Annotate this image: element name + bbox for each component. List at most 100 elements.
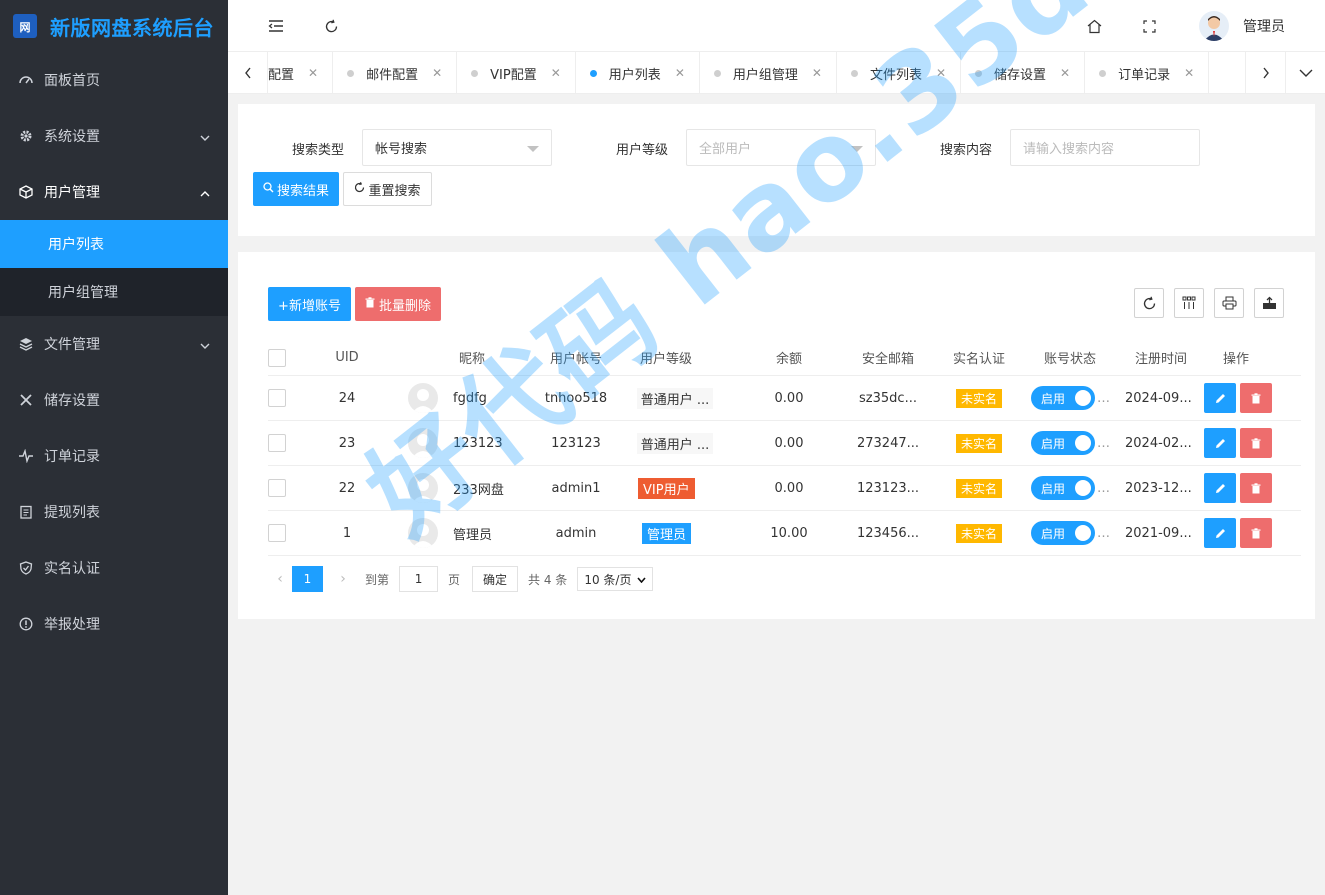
close-icon[interactable]: ✕: [1060, 66, 1070, 80]
sidebar-item-file-management[interactable]: 文件管理: [0, 316, 228, 372]
status-toggle[interactable]: 启用: [1031, 386, 1095, 410]
tabs-scroll-right-icon[interactable]: [1245, 52, 1285, 94]
user-level-select[interactable]: 全部用户: [686, 129, 876, 166]
delete-button[interactable]: [1240, 428, 1272, 458]
cell-uid: 22: [338, 480, 356, 496]
close-icon[interactable]: ✕: [812, 66, 822, 80]
sidebar-item-label: 系统设置: [44, 129, 100, 145]
tab-storage-settings[interactable]: 储存设置 ✕: [961, 52, 1086, 93]
tabs-scroll-left-icon[interactable]: [228, 52, 268, 94]
reset-button[interactable]: 重置搜索: [343, 172, 432, 206]
sidebar-item-system-settings[interactable]: 系统设置: [0, 108, 228, 164]
print-icon[interactable]: [1214, 288, 1244, 318]
sidebar-item-user-group[interactable]: 用户组管理: [0, 268, 228, 316]
user-avatar-icon: [408, 383, 438, 413]
checkbox-box: [268, 524, 286, 542]
tab-config[interactable]: 配置 ✕: [268, 52, 334, 93]
sidebar-item-dashboard[interactable]: 面板首页: [0, 52, 228, 108]
tab-user-list[interactable]: 用户列表 ✕: [576, 52, 700, 93]
sidebar-item-withdraw-list[interactable]: 提现列表: [0, 484, 228, 540]
cell-email: 123123...: [856, 480, 920, 496]
sidebar-item-label: 提现列表: [44, 505, 100, 521]
goto-page-input[interactable]: 1: [399, 566, 439, 592]
table-refresh-icon[interactable]: [1134, 288, 1164, 318]
edit-button[interactable]: [1204, 383, 1236, 413]
reset-button-label: 重置搜索: [368, 183, 421, 199]
close-icon[interactable]: ✕: [432, 66, 442, 80]
tab-order-records[interactable]: 订单记录 ✕: [1085, 52, 1210, 93]
status-toggle[interactable]: 启用: [1031, 431, 1095, 455]
tab-file-list[interactable]: 文件列表 ✕: [837, 52, 962, 93]
tab-label: 用户列表: [608, 67, 661, 83]
tab-mail-config[interactable]: 邮件配置 ✕: [333, 52, 458, 93]
add-account-button[interactable]: +新增账号: [268, 287, 351, 321]
tab-vip-config[interactable]: VIP配置 ✕: [457, 52, 576, 93]
batch-delete-label: 批量删除: [378, 298, 431, 314]
search-type-label: 搜索类型: [292, 143, 345, 158]
chevron-down-icon: [200, 130, 210, 146]
search-button[interactable]: 搜索结果: [253, 172, 339, 206]
user-menu[interactable]: 管理员: [1199, 8, 1285, 44]
column-header-registered: 注册时间: [1134, 352, 1187, 367]
sidebar-item-reports[interactable]: 举报处理: [0, 596, 228, 652]
row-checkbox[interactable]: [268, 421, 286, 465]
cell-status: 启用…: [1031, 466, 1113, 510]
delete-button[interactable]: [1240, 383, 1272, 413]
home-icon[interactable]: [1080, 12, 1108, 40]
menu-toggle-icon[interactable]: [262, 12, 290, 40]
search-content-input[interactable]: 请输入搜索内容: [1010, 129, 1200, 166]
select-all-checkbox[interactable]: [268, 340, 286, 375]
status-toggle-label: 启用: [1041, 391, 1066, 406]
row-checkbox[interactable]: [268, 466, 286, 510]
sidebar-item-storage-settings[interactable]: 储存设置: [0, 372, 228, 428]
app-logo[interactable]: 网 新版网盘系统后台: [0, 0, 228, 52]
checkbox-box: [268, 434, 286, 452]
toggle-knob: [1075, 390, 1091, 406]
tab-dot: [713, 69, 721, 77]
goto-confirm-button[interactable]: 确定: [472, 566, 519, 592]
sidebar-item-label: 用户组管理: [48, 285, 118, 301]
cell-realname: 未实名: [940, 466, 1018, 510]
user-name: 管理员: [1243, 19, 1285, 35]
sidebar-item-realname-auth[interactable]: 实名认证: [0, 540, 228, 596]
page-number-current[interactable]: 1: [292, 566, 323, 592]
edit-button[interactable]: [1204, 518, 1236, 548]
refresh-icon[interactable]: [317, 12, 345, 40]
edit-button[interactable]: [1204, 473, 1236, 503]
row-checkbox[interactable]: [268, 511, 286, 555]
close-icon[interactable]: ✕: [308, 66, 318, 80]
fullscreen-icon[interactable]: [1135, 12, 1163, 40]
cell-status: 启用…: [1031, 421, 1113, 465]
row-checkbox[interactable]: [268, 376, 286, 420]
delete-button[interactable]: [1240, 473, 1272, 503]
sidebar-item-user-list[interactable]: 用户列表: [0, 220, 228, 268]
sidebar-item-order-records[interactable]: 订单记录: [0, 428, 228, 484]
edit-button[interactable]: [1204, 428, 1236, 458]
close-icon[interactable]: ✕: [1184, 66, 1194, 80]
search-type-select[interactable]: 帐号搜索: [362, 129, 552, 166]
close-icon[interactable]: ✕: [551, 66, 561, 80]
status-toggle[interactable]: 启用: [1031, 476, 1095, 500]
status-toggle[interactable]: 启用: [1031, 521, 1095, 545]
prev-page-icon[interactable]: ‹: [268, 571, 292, 587]
cell-uid: 23: [338, 435, 356, 451]
toggle-knob: [1075, 435, 1091, 451]
export-icon[interactable]: [1254, 288, 1284, 318]
tabs-dropdown-icon[interactable]: [1285, 52, 1325, 94]
next-page-icon[interactable]: ›: [331, 571, 355, 587]
close-icon[interactable]: ✕: [936, 66, 946, 80]
realname-badge: 未实名: [955, 478, 1002, 498]
delete-button[interactable]: [1240, 518, 1272, 548]
gear-icon: [18, 128, 34, 144]
column-filter-icon[interactable]: [1174, 288, 1204, 318]
page-size-select[interactable]: 10 条/页: [577, 567, 654, 591]
tab-user-group[interactable]: 用户组管理 ✕: [700, 52, 837, 93]
pulse-icon: [18, 448, 34, 464]
column-header-level: 用户等级: [639, 352, 692, 367]
batch-delete-button[interactable]: 批量删除: [355, 287, 441, 321]
add-account-label: +新增账号: [278, 298, 341, 314]
close-icon[interactable]: ✕: [675, 66, 685, 80]
avatar: [408, 511, 438, 555]
cell-account: 123123: [551, 435, 601, 451]
sidebar-item-user-management[interactable]: 用户管理: [0, 164, 228, 220]
